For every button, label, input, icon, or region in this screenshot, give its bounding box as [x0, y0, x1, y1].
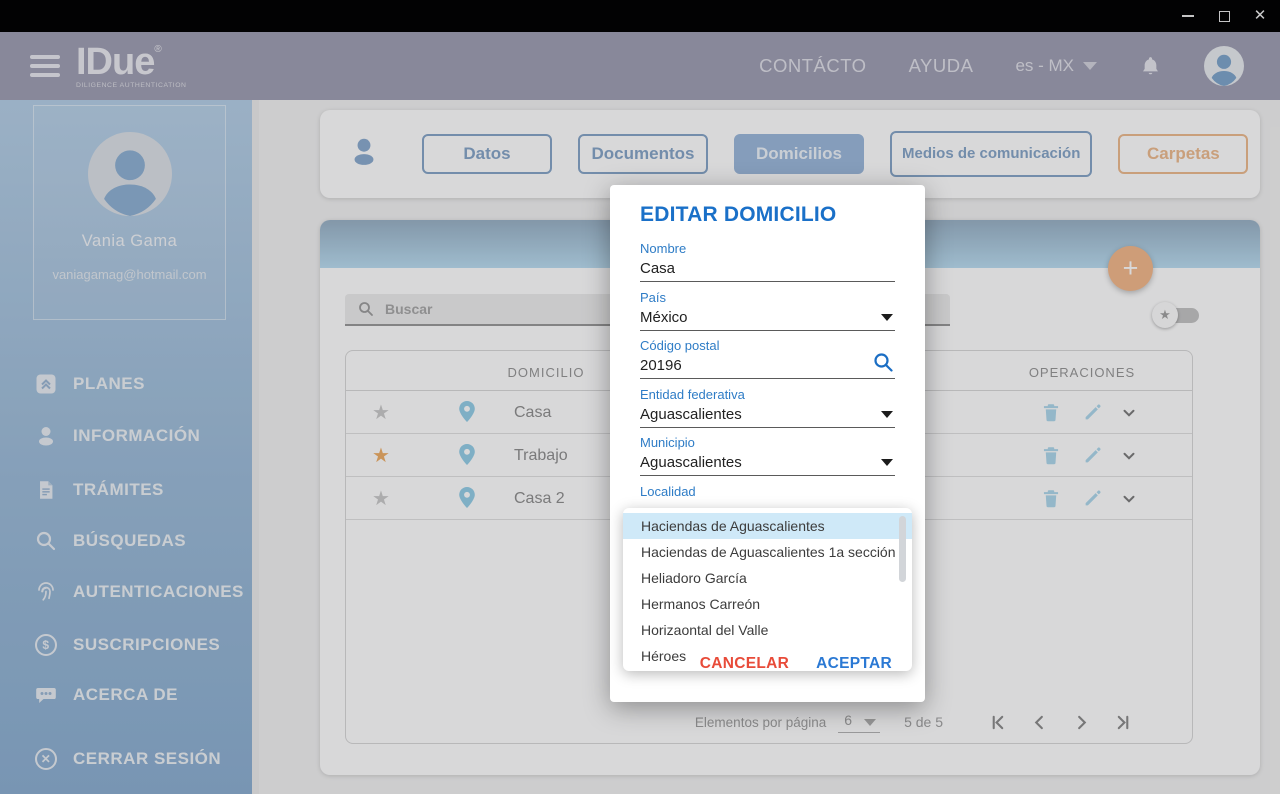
- editar-domicilio-modal: EDITAR DOMICILIO Nombre Casa País México…: [610, 185, 925, 702]
- postal-search-icon[interactable]: [871, 350, 895, 374]
- accept-button[interactable]: ACEPTAR: [816, 655, 892, 673]
- field-label: País: [640, 290, 667, 305]
- field-codigo-postal: Código postal 20196: [640, 338, 895, 379]
- field-label: Nombre: [640, 241, 687, 256]
- chevron-down-icon[interactable]: [881, 459, 893, 466]
- localidad-dropdown: Haciendas de Aguascalientes Haciendas de…: [623, 508, 912, 671]
- field-entidad-federativa: Entidad federativa Aguascalientes: [640, 387, 895, 428]
- localidad-option[interactable]: Haciendas de Aguascalientes: [623, 513, 912, 539]
- pais-select[interactable]: México: [640, 309, 688, 326]
- nombre-input[interactable]: Casa: [640, 260, 675, 277]
- field-municipio: Municipio Aguascalientes: [640, 435, 895, 476]
- chevron-down-icon[interactable]: [881, 411, 893, 418]
- chevron-down-icon[interactable]: [881, 314, 893, 321]
- field-label: Localidad: [640, 484, 696, 499]
- field-nombre: Nombre Casa: [640, 241, 895, 282]
- entidad-select[interactable]: Aguascalientes: [640, 406, 742, 423]
- modal-actions: CANCELAR ACEPTAR: [700, 655, 892, 673]
- localidad-option[interactable]: Horizaontal del Valle: [623, 617, 912, 643]
- field-label: Municipio: [640, 435, 695, 450]
- app-window: ✕ IDue ® DILIGENCE AUTHENTICATION CONTÁC…: [0, 0, 1280, 794]
- localidad-option[interactable]: Hermanos Carreón: [623, 591, 912, 617]
- codigo-postal-input[interactable]: 20196: [640, 357, 682, 374]
- dropdown-scrollbar[interactable]: [899, 516, 906, 582]
- localidad-option[interactable]: Heliadoro García: [623, 565, 912, 591]
- field-label: Código postal: [640, 338, 720, 353]
- cancel-button[interactable]: CANCELAR: [700, 655, 789, 673]
- modal-title: EDITAR DOMICILIO: [640, 203, 837, 226]
- field-pais: País México: [640, 290, 895, 331]
- municipio-select[interactable]: Aguascalientes: [640, 454, 742, 471]
- localidad-option[interactable]: Haciendas de Aguascalientes 1a sección: [623, 539, 912, 565]
- field-label: Entidad federativa: [640, 387, 745, 402]
